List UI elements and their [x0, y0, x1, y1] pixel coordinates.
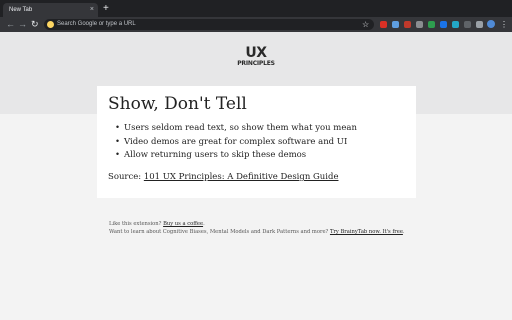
- footer-brainytab-text: Want to learn about Cognitive Biases, Me…: [109, 229, 329, 235]
- back-arrow-icon[interactable]: ←: [6, 18, 15, 31]
- list-item: Video demos are great for complex softwa…: [115, 136, 357, 150]
- close-tab-icon[interactable]: ×: [90, 5, 94, 15]
- tab-strip: New Tab × +: [0, 0, 512, 17]
- ext-shield-icon[interactable]: [392, 21, 399, 28]
- browser-toolbar: ← → ↻ Search Google or type a URL ☆ ⋮: [0, 17, 512, 32]
- logo-line-ux: UX: [245, 45, 267, 61]
- ext-dark-icon[interactable]: [464, 21, 471, 28]
- footer-brainytab-end: .: [402, 229, 405, 235]
- principle-list: Users seldom read text, so show them wha…: [115, 122, 357, 163]
- new-tab-button[interactable]: +: [103, 3, 109, 15]
- address-bar-placeholder: Search Google or type a URL: [57, 21, 136, 27]
- browser-menu-icon[interactable]: ⋮: [500, 18, 508, 31]
- bookmark-star-icon[interactable]: ☆: [362, 18, 369, 31]
- tab-new-tab[interactable]: New Tab ×: [3, 3, 98, 17]
- ext-gray-icon[interactable]: [416, 21, 423, 28]
- principle-card: Show, Don't Tell Users seldom read text,…: [97, 86, 416, 198]
- list-item: Allow returning users to skip these demo…: [115, 149, 357, 163]
- try-brainytab-link[interactable]: Try BrainyTab now. It's free: [330, 229, 403, 235]
- ext-teal-icon[interactable]: [452, 21, 459, 28]
- ext-blue-icon[interactable]: [440, 21, 447, 28]
- source-link[interactable]: 101 UX Principles: A Definitive Design G…: [144, 172, 339, 182]
- profile-avatar-icon[interactable]: [487, 20, 495, 28]
- footer-coffee-end: .: [203, 221, 205, 227]
- google-search-icon: [47, 21, 54, 28]
- address-bar[interactable]: Search Google or type a URL: [44, 19, 374, 30]
- forward-arrow-icon[interactable]: →: [18, 18, 27, 31]
- ext-red-badge-icon[interactable]: [380, 21, 387, 28]
- footer: Like this extension? Buy us a coffee. Wa…: [109, 220, 405, 236]
- logo-line-principles: PRINCIPLES: [237, 60, 275, 67]
- ux-principles-logo: UX PRINCIPLES: [232, 46, 280, 68]
- footer-line-brainytab: Want to learn about Cognitive Biases, Me…: [109, 228, 405, 236]
- source-label: Source:: [108, 172, 142, 182]
- principle-title: Show, Don't Tell: [108, 94, 247, 114]
- footer-coffee-text: Like this extension?: [109, 221, 162, 227]
- source-line: Source: 101 UX Principles: A Definitive …: [108, 171, 338, 183]
- list-item: Users seldom read text, so show them wha…: [115, 122, 357, 136]
- ext-green-icon[interactable]: [428, 21, 435, 28]
- buy-coffee-link[interactable]: Buy us a coffee: [163, 221, 203, 227]
- footer-line-coffee: Like this extension? Buy us a coffee.: [109, 220, 405, 228]
- page-content: UX PRINCIPLES Show, Don't Tell Users sel…: [0, 32, 512, 320]
- ext-k-icon[interactable]: [476, 21, 483, 28]
- ext-block-icon[interactable]: [404, 21, 411, 28]
- tab-title: New Tab: [9, 7, 33, 13]
- reload-icon[interactable]: ↻: [31, 18, 39, 31]
